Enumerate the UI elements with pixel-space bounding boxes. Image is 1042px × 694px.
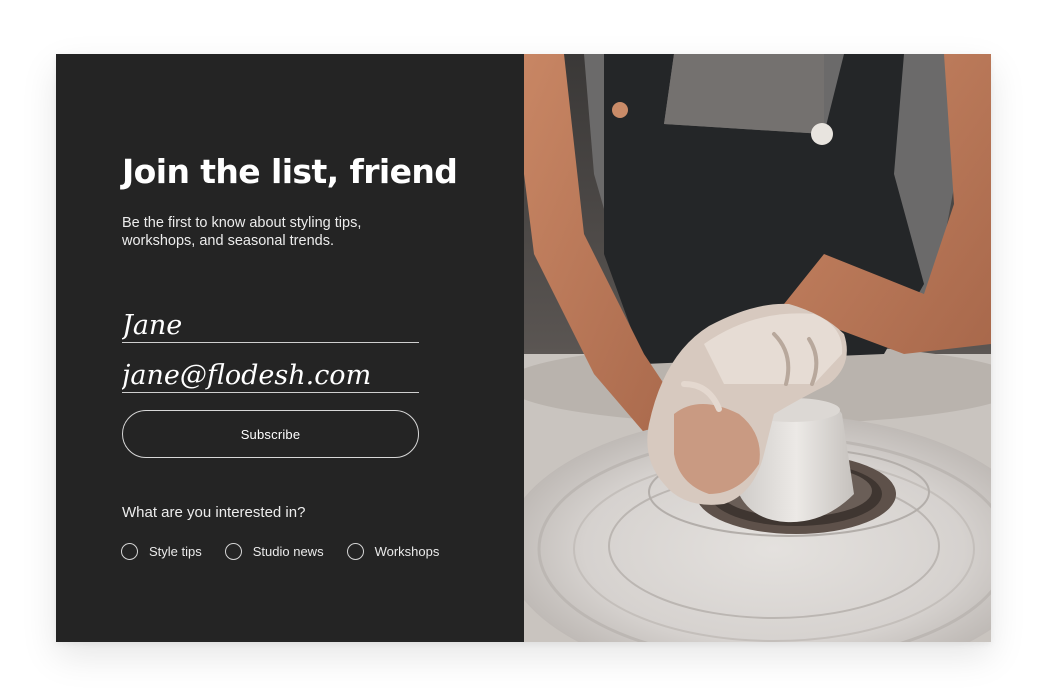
radio-circle-icon[interactable] — [121, 543, 138, 560]
pottery-photo — [524, 54, 991, 642]
page-background: Join the list, friend Be the first to kn… — [0, 0, 1042, 694]
radio-circle-icon[interactable] — [224, 543, 242, 560]
pottery-photo-illustration — [524, 54, 991, 642]
signup-form-panel: Join the list, friend Be the first to kn… — [56, 54, 524, 642]
interests-question: What are you interested in? — [122, 504, 306, 521]
name-input[interactable] — [122, 308, 419, 344]
signup-card: Join the list, friend Be the first to kn… — [56, 54, 991, 642]
email-input[interactable] — [122, 358, 419, 394]
form-title: Join the list, friend — [122, 152, 458, 191]
option-studio-news[interactable]: Studio news — [224, 543, 324, 560]
option-label: Studio news — [252, 544, 324, 559]
option-label: Workshops — [374, 544, 440, 559]
name-field[interactable] — [122, 300, 419, 344]
form-subtitle: Be the first to know about styling tips,… — [122, 215, 362, 249]
subscribe-button[interactable]: Subscribe — [122, 410, 419, 458]
option-label: Style tips — [149, 544, 202, 559]
radio-circle-icon[interactable] — [346, 543, 364, 560]
email-field[interactable] — [122, 350, 419, 394]
option-style-tips[interactable]: Style tips — [121, 543, 202, 560]
option-workshops[interactable]: Workshops — [346, 543, 440, 560]
interest-options: Style tips Studio news Workshops — [121, 543, 439, 560]
